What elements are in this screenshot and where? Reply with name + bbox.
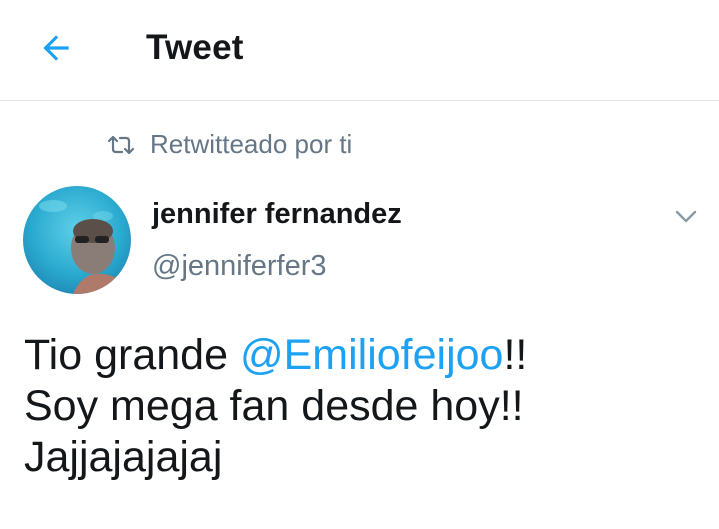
top-bar: Tweet — [0, 0, 719, 101]
more-options-button[interactable] — [666, 200, 706, 234]
tweet-text-end: !! — [503, 331, 528, 379]
avatar[interactable] — [23, 186, 131, 294]
retweet-label: Retwitteado por ti — [150, 129, 353, 159]
tweet-body: Tio grande @Emiliofeijoo!! Soy mega fan … — [24, 330, 704, 483]
author-name[interactable]: jennifer fernandez — [152, 198, 402, 231]
tweet-line-3: Jajjajajajaj — [24, 433, 223, 481]
page-title: Tweet — [146, 28, 244, 67]
back-button[interactable] — [30, 24, 82, 72]
author-handle: @jenniferfer3 — [152, 250, 327, 282]
mention-link[interactable]: @Emiliofeijoo — [240, 331, 504, 379]
tweet-line-1: Tio grande @Emiliofeijoo!! — [24, 330, 704, 381]
tweet-text-start: Tio grande — [24, 331, 240, 379]
retweet-icon — [107, 135, 135, 154]
retweet-context: Retwitteado por ti — [106, 129, 352, 160]
chevron-down-icon — [675, 210, 697, 223]
avatar-image — [23, 186, 131, 294]
arrow-left-icon — [43, 35, 69, 61]
tweet-line-2: Soy mega fan desde hoy!! — [24, 382, 524, 430]
